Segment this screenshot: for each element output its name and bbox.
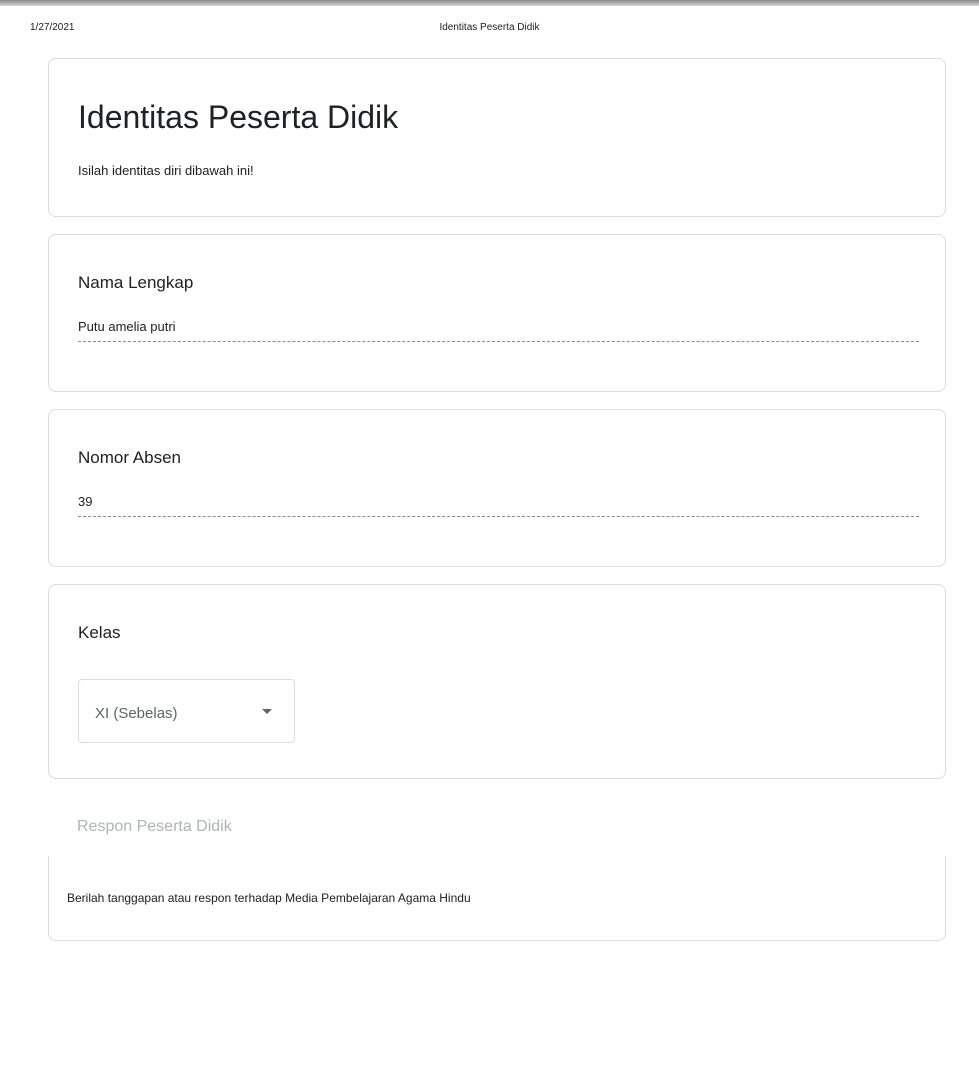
- answer-underline: [78, 341, 919, 342]
- nama-lengkap-answer[interactable]: Putu amelia putri: [78, 319, 176, 334]
- section-description-card: Berilah tanggapan atau respon terhadap M…: [48, 856, 946, 941]
- question-label: Kelas: [78, 623, 121, 642]
- caret-down-icon: [262, 709, 272, 714]
- section-description: Berilah tanggapan atau respon terhadap M…: [67, 891, 471, 905]
- kelas-dropdown[interactable]: XI (Sebelas): [78, 679, 295, 743]
- nomor-absen-answer[interactable]: 39: [78, 494, 92, 509]
- form-header-card: Identitas Peserta Didik Isilah identitas…: [48, 58, 946, 217]
- question-card-nama-lengkap: Nama Lengkap Putu amelia putri: [48, 234, 946, 392]
- question-label: Nomor Absen: [78, 448, 181, 467]
- form-title: Identitas Peserta Didik: [78, 99, 399, 135]
- print-page-title: Identitas Peserta Didik: [439, 22, 540, 33]
- top-divider: [0, 0, 979, 6]
- kelas-selected-value: XI (Sebelas): [95, 705, 178, 722]
- form-description: Isilah identitas diri dibawah ini!: [78, 163, 254, 178]
- section-title: Respon Peserta Didik: [77, 818, 232, 835]
- question-card-kelas: Kelas XI (Sebelas): [48, 584, 946, 779]
- answer-underline: [78, 516, 919, 517]
- question-label: Nama Lengkap: [78, 273, 194, 292]
- question-card-nomor-absen: Nomor Absen 39: [48, 409, 946, 567]
